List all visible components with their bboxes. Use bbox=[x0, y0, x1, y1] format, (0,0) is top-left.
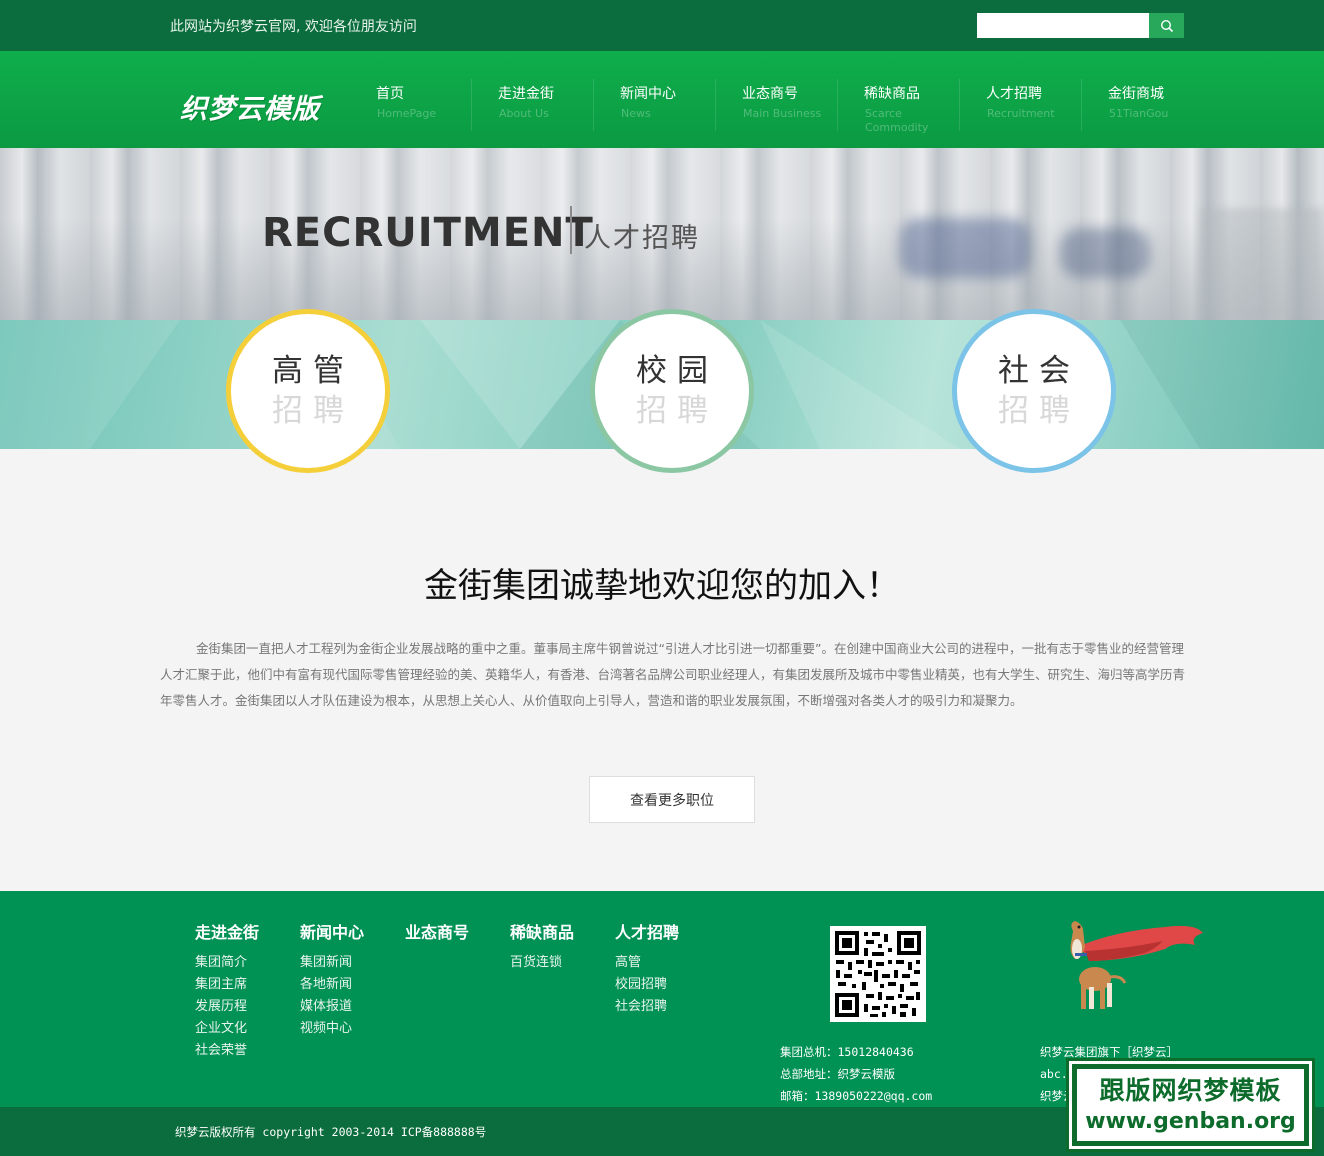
circle-title: 社会 bbox=[998, 353, 1080, 389]
nav-sublabel: Recruitment bbox=[987, 107, 1055, 120]
nav-item-recruitment[interactable]: 人才招聘 Recruitment bbox=[960, 51, 1082, 148]
footer-link[interactable]: 集团简介 bbox=[195, 952, 259, 974]
banner-background bbox=[900, 218, 1030, 278]
footer-link[interactable]: 社会招聘 bbox=[615, 996, 679, 1018]
footer-column: 走进金街 集团简介 集团主席 发展历程 企业文化 社会荣誉 bbox=[195, 919, 259, 1062]
nav-item-news[interactable]: 新闻中心 News bbox=[594, 51, 716, 148]
footer-column: 业态商号 bbox=[405, 919, 469, 952]
watermark-url: www.genban.org bbox=[1085, 1109, 1296, 1134]
footer-link[interactable]: 发展历程 bbox=[195, 996, 259, 1018]
banner-title-cn: 人才招聘 bbox=[584, 223, 700, 254]
footer-link[interactable]: 媒体报道 bbox=[300, 996, 364, 1018]
banner-divider bbox=[570, 206, 572, 254]
nav-sublabel: HomePage bbox=[377, 107, 437, 120]
circle-subtitle: 招聘 bbox=[272, 393, 354, 429]
header: 织梦云模版 首页 HomePage 走进金街 About Us 新闻中心 New… bbox=[0, 51, 1324, 148]
circle-title: 高管 bbox=[272, 353, 354, 389]
circle-campus-recruitment[interactable]: 校园 招聘 bbox=[590, 309, 754, 473]
footer-column: 人才招聘 高管 校园招聘 社会招聘 bbox=[615, 919, 679, 1018]
circle-subtitle: 招聘 bbox=[636, 393, 718, 429]
footer-link[interactable]: 校园招聘 bbox=[615, 974, 679, 996]
nav-item-mall[interactable]: 金街商城 51TianGou bbox=[1082, 51, 1204, 148]
footer-link[interactable]: 集团主席 bbox=[195, 974, 259, 996]
footer-column: 稀缺商品 百货连锁 bbox=[510, 919, 574, 974]
watermark-inner: 跟版网织梦模板 www.genban.org bbox=[1077, 1069, 1304, 1141]
nav-label: 新闻中心 bbox=[620, 86, 676, 102]
footer-column-title[interactable]: 新闻中心 bbox=[300, 919, 364, 943]
nav-sublabel: About Us bbox=[499, 107, 549, 120]
nav-label: 首页 bbox=[376, 86, 404, 102]
nav-sublabel: Main Business bbox=[743, 107, 822, 120]
circle-executive-recruitment[interactable]: 高管 招聘 bbox=[226, 309, 390, 473]
nav-sublabel: 51TianGou bbox=[1109, 107, 1169, 120]
circle-social-recruitment[interactable]: 社会 招聘 bbox=[952, 309, 1116, 473]
contact-info: 集团总机：15012840436 总部地址：织梦云模版 邮箱：138905022… bbox=[780, 1041, 932, 1107]
footer-link[interactable]: 集团新闻 bbox=[300, 952, 364, 974]
top-bar: 此网站为织梦云官网, 欢迎各位朋友访问 bbox=[0, 0, 1324, 51]
nav-item-business[interactable]: 业态商号 Main Business bbox=[716, 51, 838, 148]
welcome-text: 此网站为织梦云官网, 欢迎各位朋友访问 bbox=[170, 19, 417, 35]
footer-link[interactable]: 社会荣誉 bbox=[195, 1040, 259, 1062]
footer-link[interactable]: 视频中心 bbox=[300, 1018, 364, 1040]
banner-background bbox=[1200, 208, 1324, 320]
footer-column-title[interactable]: 人才招聘 bbox=[615, 919, 679, 943]
watermark-title: 跟版网织梦模板 bbox=[1099, 1076, 1282, 1105]
nav-label: 金街商城 bbox=[1108, 86, 1164, 102]
footer-column: 新闻中心 集团新闻 各地新闻 媒体报道 视频中心 bbox=[300, 919, 364, 1040]
nav-item-home[interactable]: 首页 HomePage bbox=[350, 51, 472, 148]
nav-label: 稀缺商品 bbox=[864, 86, 920, 102]
footer-column-title[interactable]: 业态商号 bbox=[405, 919, 469, 943]
contact-phone: 集团总机：15012840436 bbox=[780, 1045, 914, 1059]
banner-title-en: RECRUITMENT bbox=[262, 210, 594, 256]
footer-link[interactable]: 各地新闻 bbox=[300, 974, 364, 996]
nav-label: 业态商号 bbox=[742, 86, 798, 102]
footer-link[interactable]: 企业文化 bbox=[195, 1018, 259, 1040]
nav-label: 人才招聘 bbox=[986, 86, 1042, 102]
footer-link[interactable]: 百货连锁 bbox=[510, 952, 574, 974]
circle-subtitle: 招聘 bbox=[998, 393, 1080, 429]
nav-sublabel: News bbox=[621, 107, 651, 120]
banner-background bbox=[1060, 228, 1150, 278]
nav-label: 走进金街 bbox=[498, 86, 554, 102]
nav-sublabel: Scarce Commodity bbox=[865, 107, 929, 134]
search-box bbox=[977, 13, 1184, 38]
banner: RECRUITMENT 人才招聘 bbox=[0, 148, 1324, 320]
more-positions-button[interactable]: 查看更多职位 bbox=[589, 776, 755, 823]
search-input[interactable] bbox=[977, 13, 1149, 38]
footer-column-title[interactable]: 稀缺商品 bbox=[510, 919, 574, 943]
watermark-logo: 跟版网织梦模板 www.genban.org bbox=[1066, 1058, 1315, 1152]
footer-link[interactable]: 高管 bbox=[615, 952, 679, 974]
footer-column-title[interactable]: 走进金街 bbox=[195, 919, 259, 943]
qr-code-icon bbox=[830, 926, 926, 1022]
search-button[interactable] bbox=[1149, 13, 1184, 38]
nav-item-commodity[interactable]: 稀缺商品 Scarce Commodity bbox=[838, 51, 960, 148]
copyright-text: 织梦云版权所有 copyright 2003-2014 ICP备888888号 bbox=[175, 1125, 487, 1139]
search-icon bbox=[1160, 19, 1173, 32]
brand-line: 织梦云集团旗下［织梦云］ bbox=[1040, 1045, 1178, 1059]
mascot-dog-icon bbox=[1069, 919, 1203, 1009]
intro-paragraph: 金街集团一直把人才工程列为金街企业发展战略的重中之重。董事局主席牛钢曾说过“引进… bbox=[160, 641, 1186, 708]
contact-address: 总部地址：织梦云模版 bbox=[780, 1067, 895, 1081]
contact-email[interactable]: 邮箱：1389050222@qq.com bbox=[780, 1085, 932, 1107]
circle-title: 校园 bbox=[636, 353, 718, 389]
logo[interactable]: 织梦云模版 bbox=[180, 87, 320, 126]
page-headline: 金街集团诚挚地欢迎您的加入！ bbox=[424, 566, 900, 606]
nav-item-about[interactable]: 走进金街 About Us bbox=[472, 51, 594, 148]
